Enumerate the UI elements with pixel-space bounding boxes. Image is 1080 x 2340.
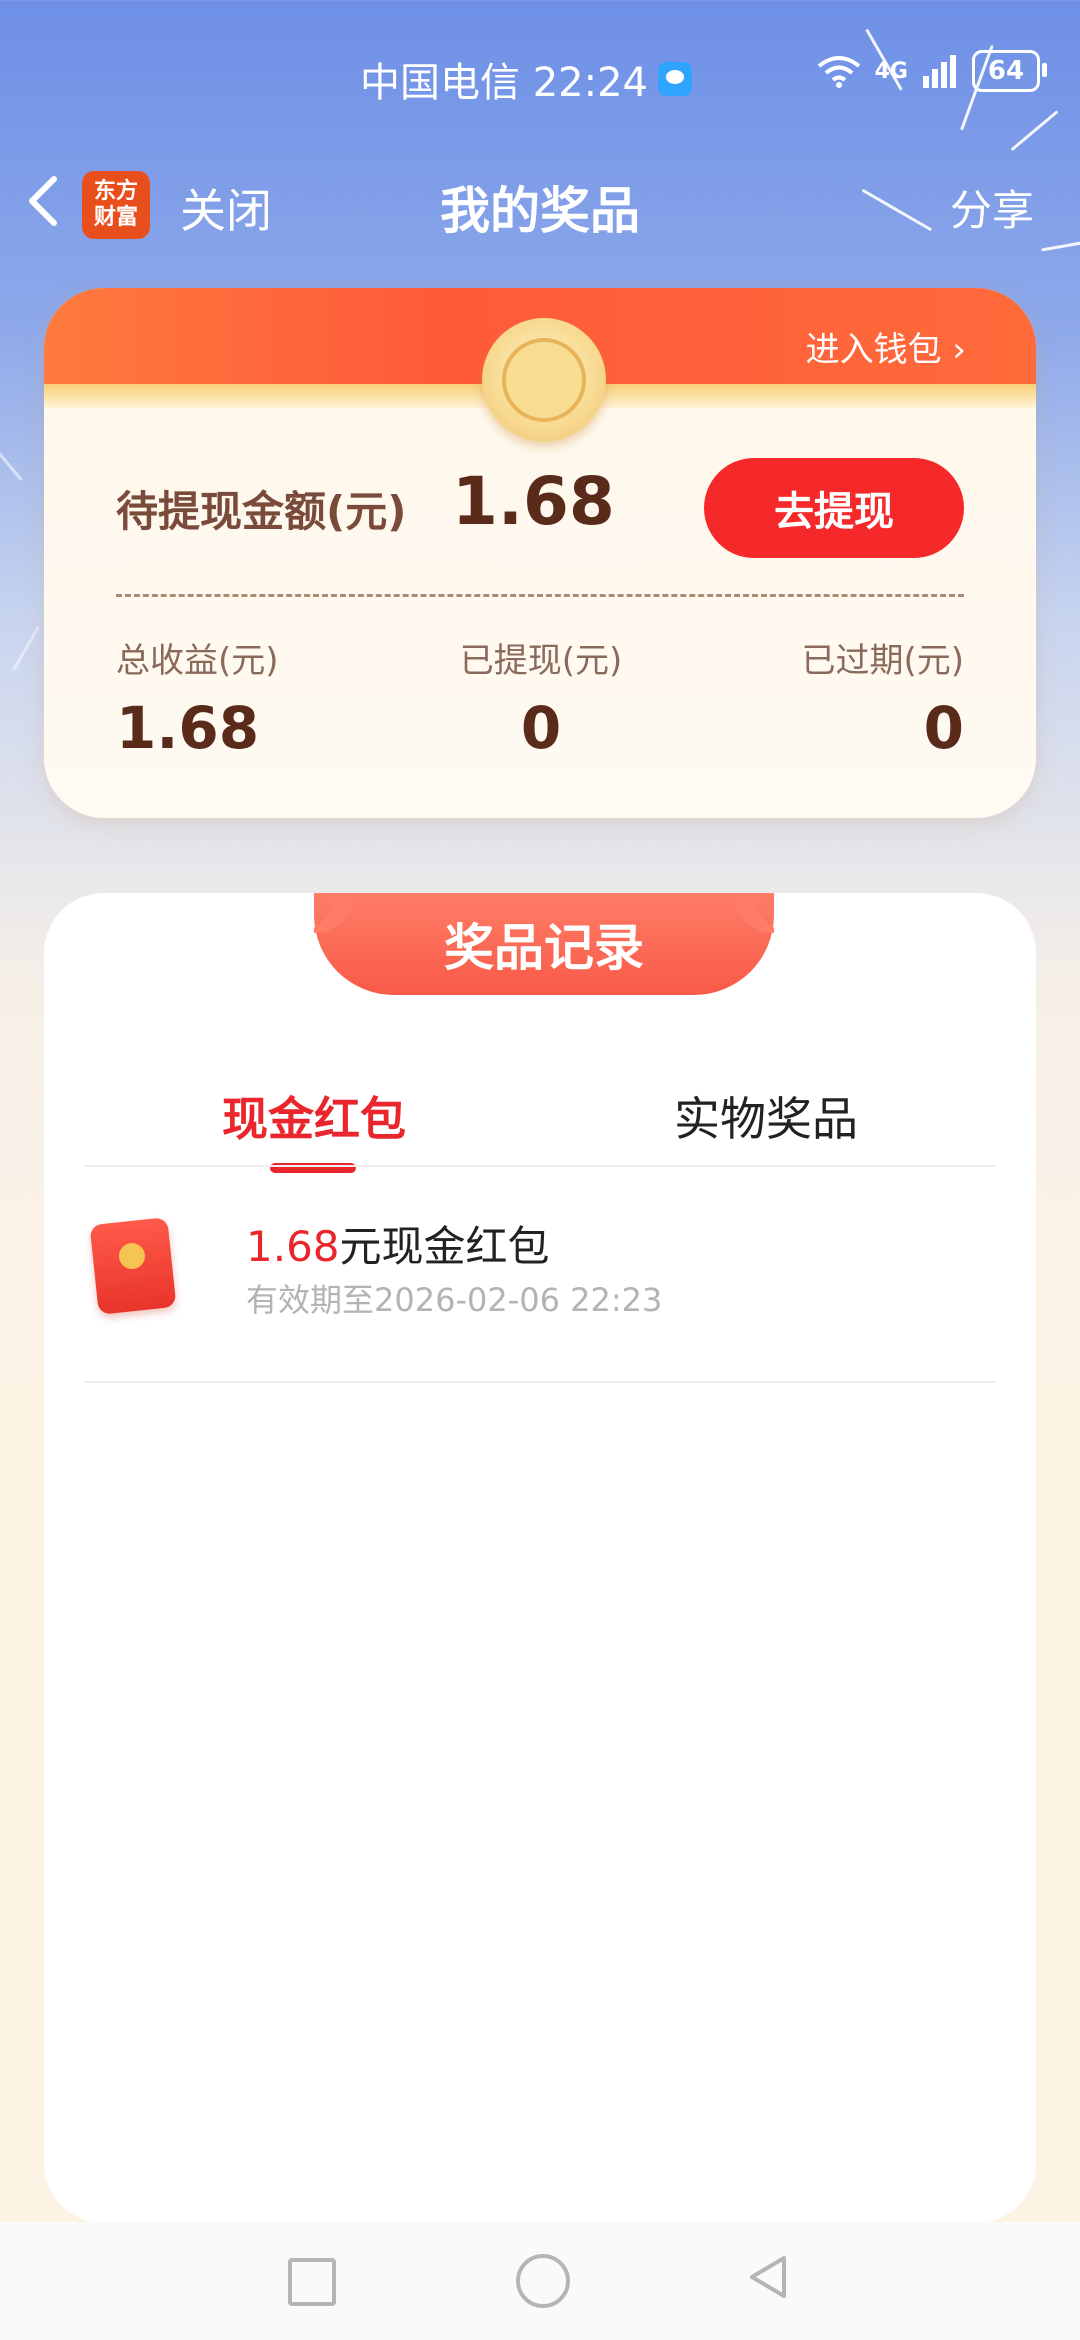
stat-label: 总收益(元) (116, 641, 279, 681)
item-amount: 1.68 (246, 1222, 340, 1271)
records-header: 奖品记录 (314, 893, 774, 995)
stat-value: 1.68 (116, 694, 260, 762)
battery-level: 64 (987, 56, 1025, 86)
status-right: 4G 64 (817, 50, 1047, 92)
status-center: 中国电信 22:24 (360, 50, 692, 108)
tab-cash-red-packet[interactable]: 现金红包 (222, 1083, 406, 1149)
circle-icon[interactable] (516, 2254, 570, 2308)
system-navigation-bar (0, 2222, 1080, 2340)
stat-value: 0 (520, 694, 562, 762)
stat-expired: 已过期(元) 0 (801, 633, 964, 762)
dashed-divider (116, 594, 964, 597)
page-title: 我的奖品 (440, 182, 640, 240)
list-item[interactable]: 1.68元现金红包 有效期至2026-02-06 22:23 (84, 1213, 996, 1323)
stat-total-earnings: 总收益(元) 1.68 (116, 633, 279, 762)
tabs-divider (84, 1165, 996, 1167)
top-nav-bar: 东方财富 关闭 我的奖品 分享 (0, 165, 1080, 245)
stat-label: 已提现(元) (459, 641, 623, 681)
red-envelope-icon (89, 1217, 177, 1315)
signal-icon (923, 55, 956, 88)
stat-label: 已过期(元) (801, 641, 964, 681)
message-notification-icon (658, 62, 692, 96)
triangle-back-icon[interactable] (744, 2252, 794, 2302)
list-divider (84, 1381, 996, 1383)
item-title: 1.68元现金红包 (246, 1213, 550, 1274)
wifi-icon (817, 56, 860, 88)
withdraw-button[interactable]: 去提现 (704, 458, 964, 558)
share-button[interactable]: 分享 (950, 177, 1034, 238)
tab-physical-prizes[interactable]: 实物奖品 (674, 1083, 858, 1149)
enter-wallet-link[interactable]: 进入钱包 › (806, 322, 966, 371)
battery-indicator: 64 (972, 50, 1047, 92)
records-tabs: 现金红包 实物奖品 (44, 1083, 1036, 1173)
prize-records-card: 奖品记录 现金红包 实物奖品 1.68元现金红包 有效期至2026-02-06 … (44, 893, 1036, 2223)
item-title-suffix: 元现金红包 (339, 1222, 550, 1271)
status-bar: 中国电信 22:24 4G 64 (0, 0, 1080, 160)
wallet-summary-card: 进入钱包 › 待提现金额(元) 1.68 去提现 总收益(元) 1.68 已提现… (44, 288, 1036, 818)
stat-withdrawn: 已提现(元) 0 (456, 633, 626, 762)
item-expiry: 有效期至2026-02-06 22:23 (246, 1281, 663, 1319)
carrier-time: 中国电信 22:24 (360, 60, 648, 106)
stat-value: 0 (923, 694, 964, 762)
network-type: 4G (874, 58, 908, 84)
coin-icon (482, 318, 606, 442)
square-icon[interactable] (288, 2258, 336, 2306)
pending-amount-label: 待提现金额(元) (116, 487, 407, 536)
pending-amount-value: 1.68 (452, 463, 615, 540)
